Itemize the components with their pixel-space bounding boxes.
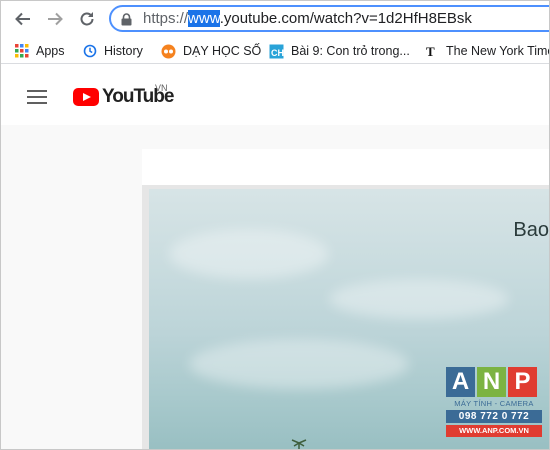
youtube-header: YouTube VN	[1, 65, 549, 125]
watermark-letter-a: A	[446, 367, 475, 397]
browser-window: https://www.youtube.com/watch?v=1d2HfH8E…	[0, 0, 550, 450]
back-button[interactable]	[11, 7, 35, 31]
bookmark-label: History	[104, 44, 143, 58]
watermark-site: WWW.ANP.COM.VN	[446, 425, 542, 437]
url-text[interactable]: https://www.youtube.com/watch?v=1d2HfH8E…	[143, 10, 472, 27]
watermark-letter-n: N	[477, 367, 506, 397]
ch-icon: CH	[269, 44, 284, 58]
bookmark-label: DẠY HỌC SỐ	[183, 44, 262, 58]
bookmark-dayhocso[interactable]: DẠY HỌC SỐ	[161, 41, 261, 61]
reload-icon	[80, 12, 94, 26]
video-overlay-text: Bao	[513, 219, 549, 241]
menu-icon[interactable]	[27, 90, 47, 104]
back-arrow-icon	[15, 12, 30, 26]
watermark-letter-p: P	[508, 367, 537, 397]
url-domain-path: .youtube.com/watch?v=1d2HfH8EBsk	[219, 10, 472, 27]
history-icon	[83, 44, 97, 58]
bookmark-nyt[interactable]: T The New York Time	[425, 41, 550, 61]
watermark-phone: 098 772 0 772	[446, 410, 542, 423]
url-selected-text: www	[188, 10, 220, 27]
bookmarks-bar: Apps History DẠY HỌC SỐ CH Bài 9: Con tr…	[1, 37, 550, 64]
bookmark-history[interactable]: History	[83, 41, 143, 61]
svg-text:CH: CH	[271, 48, 284, 58]
browser-toolbar: https://www.youtube.com/watch?v=1d2HfH8E…	[1, 1, 549, 37]
bookmark-bai9[interactable]: CH Bài 9: Con trỏ trong...	[269, 41, 410, 61]
lock-icon	[121, 13, 132, 26]
reload-button[interactable]	[75, 7, 99, 31]
youtube-play-icon	[73, 88, 99, 106]
bookmark-label: Bài 9: Con trỏ trong...	[291, 44, 410, 58]
forward-button[interactable]	[43, 7, 67, 31]
nyt-icon: T	[426, 44, 435, 58]
forward-arrow-icon	[48, 12, 63, 26]
bookmark-label: The New York Time	[446, 44, 550, 58]
url-scheme: https://	[143, 10, 189, 27]
apps-grid-icon	[15, 44, 29, 58]
svg-text:T: T	[426, 44, 435, 58]
watermark-subtitle: MÁY TÍNH - CAMERA	[454, 399, 534, 408]
address-bar[interactable]: https://www.youtube.com/watch?v=1d2HfH8E…	[109, 5, 549, 32]
dayhocso-icon	[161, 44, 176, 58]
region-code: VN	[155, 83, 168, 93]
bookmark-apps[interactable]: Apps	[15, 41, 65, 61]
bookmark-label: Apps	[36, 44, 65, 58]
anp-watermark: A N P MÁY TÍNH - CAMERA 098 772 0 772 WW…	[446, 367, 542, 441]
palm-tree-icon	[291, 439, 307, 449]
